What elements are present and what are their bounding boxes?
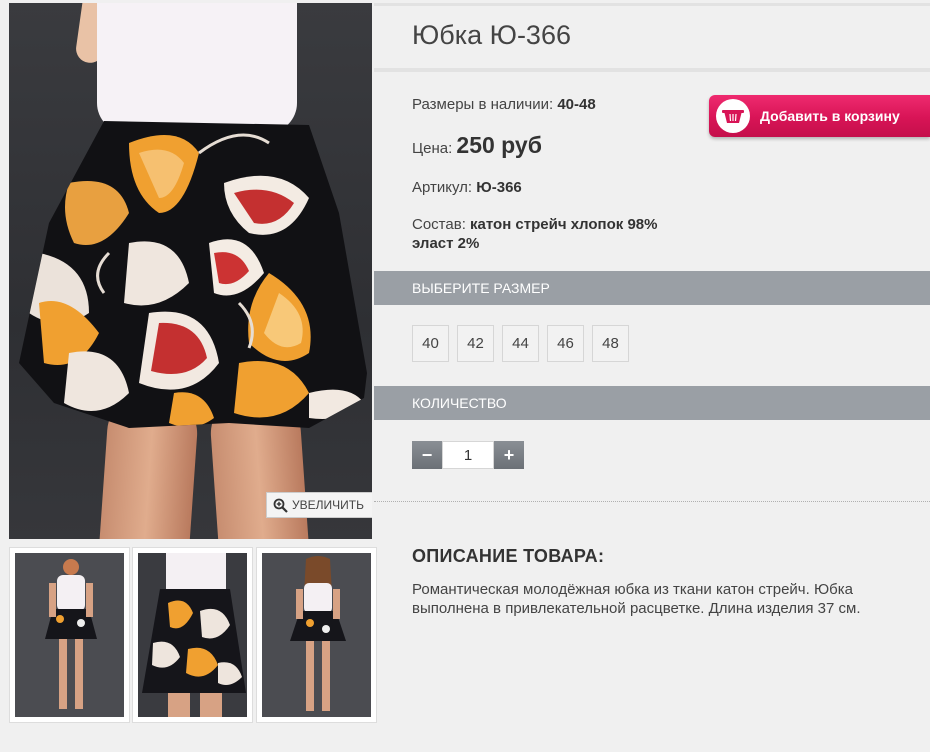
composition: Состав: катон стрейч хлопок 98% эласт 2%: [412, 215, 657, 253]
thumbnail-back-image: [262, 553, 371, 717]
composition-line2: эласт 2%: [412, 235, 480, 252]
thumbnail-back[interactable]: [256, 547, 377, 723]
size-option-40[interactable]: 40: [412, 325, 449, 362]
composition-line1: катон стрейч хлопок 98%: [470, 216, 658, 233]
description-title: ОПИСАНИЕ ТОВАРА:: [412, 546, 605, 566]
zoom-label: УВЕЛИЧИТЬ: [292, 498, 364, 512]
composition-label: Состав:: [412, 216, 466, 233]
title-divider: [374, 68, 930, 72]
sizes-label: Размеры в наличии:: [412, 96, 554, 113]
price-label: Цена:: [412, 140, 453, 157]
top-divider: [374, 3, 930, 6]
add-to-cart-button[interactable]: Добавить в корзину: [709, 95, 930, 137]
size-option-42[interactable]: 42: [457, 325, 494, 362]
size-option-48[interactable]: 48: [592, 325, 629, 362]
price-value: 250 руб: [456, 132, 542, 158]
quantity-input[interactable]: [442, 441, 494, 469]
magnifier-plus-icon: [273, 498, 288, 513]
quantity-section-header: КОЛИЧЕСТВО: [374, 386, 930, 420]
size-option-44[interactable]: 44: [502, 325, 539, 362]
thumbnail-detail-image: [138, 553, 247, 717]
skirt-illustration: [19, 121, 367, 428]
thumbnail-detail[interactable]: [132, 547, 253, 723]
sizes-available: Размеры в наличии: 40-48: [412, 96, 596, 113]
basket-icon: [716, 99, 750, 133]
quantity-increase-button[interactable]: +: [494, 441, 524, 469]
description-text: Романтическая молодёжная юбка из ткани к…: [412, 581, 861, 617]
add-to-cart-label: Добавить в корзину: [760, 108, 900, 124]
article: Артикул: Ю-366: [412, 179, 522, 196]
article-label: Артикул:: [412, 179, 473, 196]
product-title: Юбка Ю-366: [412, 20, 571, 50]
size-section-header: ВЫБЕРИТЕ РАЗМЕР: [374, 271, 930, 305]
thumbnail-front-image: [15, 553, 124, 717]
size-option-46[interactable]: 46: [547, 325, 584, 362]
thumbnail-front[interactable]: [9, 547, 130, 723]
price: Цена: 250 руб: [412, 132, 542, 159]
main-product-photo[interactable]: УВЕЛИЧИТЬ: [9, 3, 372, 539]
zoom-button[interactable]: УВЕЛИЧИТЬ: [266, 492, 372, 518]
dotted-divider: [374, 501, 930, 502]
quantity-decrease-button[interactable]: −: [412, 441, 442, 469]
sizes-value: 40-48: [557, 96, 596, 113]
article-value: Ю-366: [476, 179, 522, 196]
